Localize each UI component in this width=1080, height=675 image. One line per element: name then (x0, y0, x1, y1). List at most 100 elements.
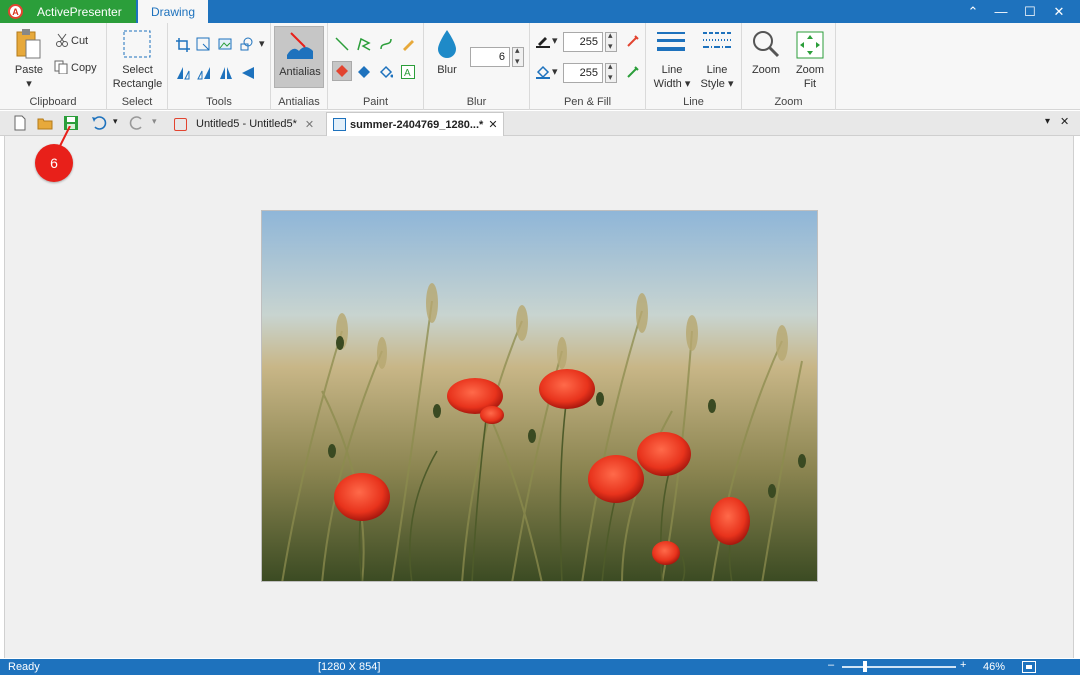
brush-tool-icon (336, 65, 348, 77)
collapse-ribbon-icon[interactable]: ⌃ (958, 0, 988, 23)
fill-bucket-icon[interactable] (379, 65, 393, 79)
select-rectangle-icon[interactable] (122, 29, 152, 59)
rotate-right-icon[interactable] (197, 66, 211, 80)
copy-icon[interactable] (54, 60, 68, 74)
line-tool-icon[interactable] (335, 37, 349, 51)
curve-tool-icon[interactable] (379, 37, 393, 51)
fill-color-picker-icon[interactable] (626, 65, 640, 79)
zoom-percentage: 46% (983, 661, 1006, 673)
line-style-label-2[interactable]: Style ▾ (695, 77, 739, 91)
line-group: Line Width ▾ Line Style ▾ Line (646, 23, 742, 110)
line-group-label: Line (683, 96, 704, 108)
zoom-fit-label-2[interactable]: Fit (790, 77, 830, 91)
pen-fill-group-label: Pen & Fill (563, 96, 612, 108)
undo-icon[interactable] (91, 115, 107, 131)
tab-list-dropdown-icon[interactable]: ▾ (1045, 116, 1050, 127)
paint-group: A Paint (328, 23, 424, 110)
zoom-in-button[interactable]: + (960, 659, 966, 671)
app-name: ActivePresenter (37, 4, 122, 19)
zoom-group: Zoom Zoom Fit Zoom (742, 23, 836, 110)
pen-color-dropdown-icon[interactable]: ▾ (552, 34, 558, 48)
document-tab-strip: ▾ ▾ Untitled5 - Untitled5* ✕ summer-2404… (0, 111, 1080, 136)
blur-amount-input[interactable]: 6 (470, 47, 510, 67)
redo-icon[interactable] (129, 115, 145, 131)
tab-untitled5[interactable]: Untitled5 - Untitled5* ✕ (168, 112, 325, 136)
shapes-icon[interactable] (240, 37, 254, 51)
canvas-image-icon[interactable] (218, 37, 232, 51)
app-logo-icon: A (8, 4, 23, 19)
line-width-label-2[interactable]: Width ▾ (651, 77, 693, 91)
copy-button[interactable]: Copy (71, 61, 97, 75)
flip-vertical-icon[interactable] (241, 66, 255, 80)
badge-pointer-icon (59, 126, 71, 147)
app-menu-tab[interactable]: A ActivePresenter (0, 0, 136, 23)
cut-button[interactable]: Cut (71, 34, 88, 48)
zoom-fit-label-1[interactable]: Zoom (790, 63, 830, 77)
pen-color-icon[interactable] (536, 34, 550, 48)
paste-button[interactable]: Paste (10, 63, 48, 77)
shapes-dropdown-icon[interactable]: ▾ (259, 37, 265, 51)
zoom-icon[interactable] (751, 29, 781, 59)
resize-icon[interactable] (196, 37, 210, 51)
tab-drawing[interactable]: Drawing (138, 0, 208, 24)
paste-icon[interactable] (14, 29, 42, 59)
pen-opacity-stepper[interactable] (605, 30, 617, 52)
flip-horizontal-icon[interactable] (219, 66, 233, 80)
select-rectangle-label-2[interactable]: Rectangle (107, 77, 168, 91)
select-group-label: Select (121, 96, 153, 108)
blur-button[interactable]: Blur (429, 63, 465, 77)
tab-summer-image-close-icon[interactable]: ✕ (488, 118, 497, 131)
zoom-fit-icon[interactable] (796, 31, 824, 59)
zoom-button[interactable]: Zoom (745, 63, 787, 77)
line-style-icon[interactable] (703, 31, 731, 57)
fill-opacity-stepper[interactable] (605, 61, 617, 83)
blur-group-label: Blur (466, 96, 487, 108)
pencil-tool-icon[interactable] (401, 37, 415, 51)
line-width-label-1[interactable]: Line (651, 63, 693, 77)
line-style-label-1[interactable]: Line (695, 63, 739, 77)
undo-dropdown-icon[interactable]: ▾ (113, 116, 118, 127)
cut-icon[interactable] (55, 33, 69, 47)
minimize-button[interactable]: — (986, 0, 1016, 23)
antialias-button[interactable]: Antialias (274, 26, 324, 88)
line-width-icon[interactable] (657, 31, 685, 57)
maximize-button[interactable]: ☐ (1015, 0, 1045, 23)
fill-opacity-input[interactable]: 255 (563, 63, 603, 83)
tab-untitled5-close-icon[interactable]: ✕ (305, 118, 314, 131)
rotate-left-icon[interactable] (176, 66, 190, 80)
brush-tool-button[interactable] (332, 61, 352, 81)
crop-icon[interactable] (176, 38, 190, 52)
clipboard-group-label: Clipboard (29, 96, 77, 108)
pen-fill-group: ▾ 255 ▾ 255 Pen & Fill (530, 23, 646, 110)
pen-color-picker-icon[interactable] (626, 34, 640, 48)
tools-group: ▾ Tools (168, 23, 271, 110)
redo-dropdown-icon[interactable]: ▾ (152, 116, 157, 127)
title-bar: A ActivePresenter Drawing ⌃ — ☐ ✕ (0, 0, 1080, 24)
blur-group: Blur 6 Blur (424, 23, 530, 110)
select-rectangle-label-1[interactable]: Select (107, 63, 168, 77)
eraser-tool-icon[interactable] (357, 65, 371, 79)
line-width-text: Width (653, 78, 682, 90)
fill-color-dropdown-icon[interactable]: ▾ (552, 65, 558, 79)
paste-dropdown-icon[interactable]: ▾ (24, 77, 34, 91)
antialias-button-label: Antialias (279, 66, 321, 78)
edited-image[interactable] (261, 210, 818, 582)
fit-window-icon[interactable] (1022, 661, 1036, 673)
close-all-tabs-icon[interactable]: ✕ (1060, 115, 1069, 128)
pen-opacity-input[interactable]: 255 (563, 32, 603, 52)
blur-icon[interactable] (436, 29, 458, 59)
drawing-canvas[interactable] (4, 136, 1074, 658)
polyline-tool-icon[interactable] (357, 37, 371, 51)
blur-amount-stepper[interactable] (512, 45, 524, 67)
zoom-slider[interactable] (842, 661, 956, 672)
tab-summer-image[interactable]: summer-2404769_1280...* ✕ (326, 112, 504, 136)
open-folder-icon[interactable] (37, 115, 53, 131)
text-tool-icon[interactable]: A (401, 65, 415, 79)
zoom-slider-thumb[interactable] (863, 661, 867, 672)
fill-color-icon[interactable] (536, 65, 550, 79)
close-button[interactable]: ✕ (1044, 0, 1074, 23)
paint-group-label: Paint (362, 96, 389, 108)
zoom-out-button[interactable]: – (828, 659, 834, 671)
status-bar: Ready [1280 X 854] – + 46% (0, 659, 1080, 675)
new-file-icon[interactable] (12, 115, 28, 131)
